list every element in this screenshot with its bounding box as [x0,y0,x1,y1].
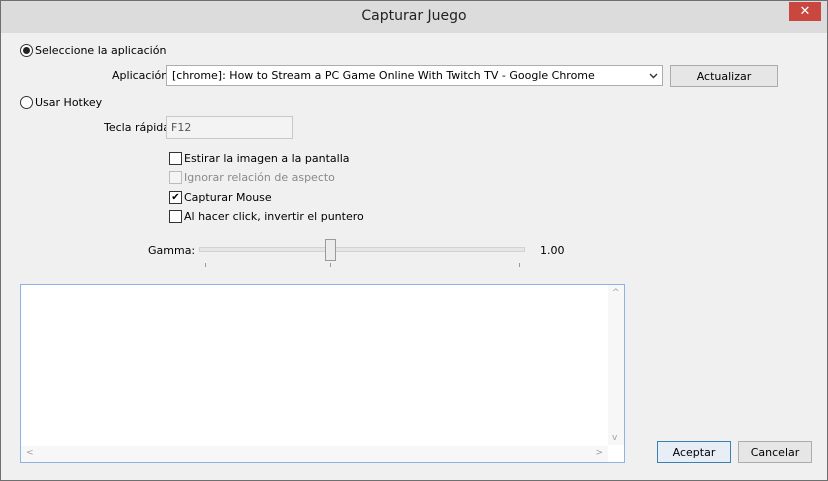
capture-mouse-label[interactable]: Capturar Mouse [184,191,272,204]
gamma-value: 1.00 [540,244,565,257]
hotkey-label: Tecla rápida [104,121,170,134]
gamma-tick [205,263,206,267]
gamma-tick [519,263,520,267]
check-icon: ✔ [171,191,180,203]
invert-pointer-label[interactable]: Al hacer click, invertir el puntero [184,210,364,223]
stretch-image-checkbox[interactable] [169,152,182,165]
select-app-radio[interactable] [20,44,33,57]
use-hotkey-radio[interactable] [20,96,33,109]
refresh-button[interactable]: Actualizar [670,65,778,87]
gamma-slider-thumb[interactable] [325,239,336,261]
capture-game-dialog: Capturar Juego ✕ Seleccione la aplicació… [0,0,828,481]
horizontal-scrollbar[interactable]: < > [21,446,608,462]
vertical-scrollbar[interactable]: ^ v [608,285,624,445]
stretch-image-label[interactable]: Estirar la imagen a la pantalla [184,152,350,165]
refresh-button-label: Actualizar [696,69,752,83]
preview-area[interactable]: ^ v < > [20,284,625,463]
invert-pointer-checkbox[interactable] [169,210,182,223]
close-icon: ✕ [799,4,811,19]
chevron-down-icon[interactable] [645,66,662,85]
use-hotkey-label[interactable]: Usar Hotkey [35,96,102,109]
hotkey-value: F12 [171,121,192,134]
title-bar: Capturar Juego ✕ [1,1,827,33]
scroll-left-icon[interactable]: < [26,448,34,458]
cancel-button[interactable]: Cancelar [738,441,812,463]
gamma-label: Gamma: [148,244,196,257]
scroll-down-icon[interactable]: v [612,433,617,443]
cancel-button-label: Cancelar [750,445,800,459]
ignore-aspect-label: Ignorar relación de aspecto [184,171,335,184]
gamma-slider-track[interactable] [199,247,525,252]
application-selected-value: [chrome]: How to Stream a PC Game Online… [172,69,595,82]
close-button[interactable]: ✕ [789,2,821,21]
accept-button-label: Aceptar [672,445,716,459]
gamma-tick [330,263,331,267]
window-title: Capturar Juego [361,8,467,24]
scroll-right-icon[interactable]: > [595,448,603,458]
ignore-aspect-checkbox [169,171,182,184]
application-label: Aplicación: [112,69,172,82]
scroll-up-icon[interactable]: ^ [612,288,620,298]
hotkey-field[interactable]: F12 [166,116,293,139]
select-app-label[interactable]: Seleccione la aplicación [35,44,166,57]
accept-button[interactable]: Aceptar [657,441,731,463]
capture-mouse-checkbox[interactable]: ✔ [169,191,182,204]
application-dropdown[interactable]: [chrome]: How to Stream a PC Game Online… [166,65,663,86]
